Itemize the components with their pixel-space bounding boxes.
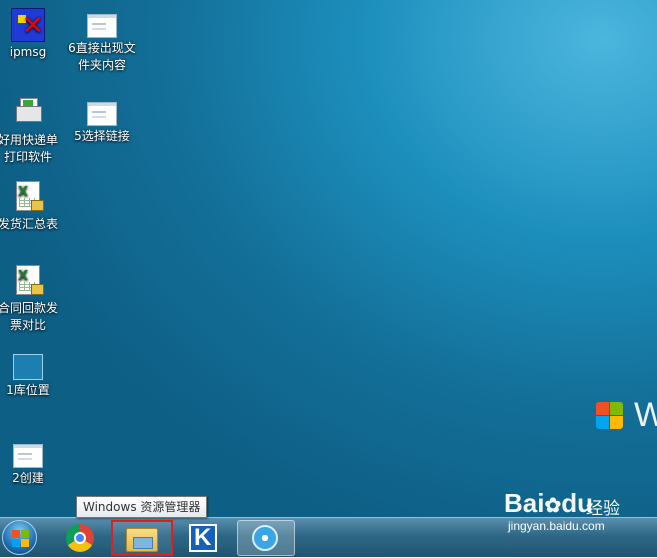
desktop-icon-contract-invoice[interactable]: X 合同回款发票对比 (0, 264, 68, 334)
taskbar-item-k3[interactable]: K (176, 520, 234, 556)
desktop-icon-label: 2创建 (12, 471, 44, 485)
taskbar-tooltip: Windows 资源管理器 (76, 496, 208, 518)
chrome-icon (66, 524, 94, 552)
desktop-icon-printer-app[interactable]: 好用快递单打印软件 (0, 96, 68, 166)
excel-shortcut-icon: X (11, 180, 45, 214)
excel-shortcut-icon: X (11, 264, 45, 298)
desktop: ipmsg 6直接出现文件夹内容 好用快递单打印软件 5选择链接 X 发货汇总表… (0, 0, 657, 517)
printer-app-icon (11, 96, 45, 130)
desktop-icon-label: ipmsg (9, 45, 47, 59)
jingyan-url: jingyan.baidu.com (508, 519, 605, 533)
baidu-jingyan-watermark: Bai✿du 经验 jingyan.baidu.com (500, 486, 650, 536)
desktop-icon-label: 好用快递单打印软件 (0, 133, 58, 164)
desktop-icon-create[interactable]: 2创建 (0, 438, 68, 487)
windows-wordmark: W (634, 400, 657, 432)
window-thumbnail-icon (87, 102, 117, 126)
compass-icon (252, 525, 278, 551)
taskbar-item-chrome[interactable] (50, 520, 108, 556)
jingyan-label: 经验 (586, 499, 620, 518)
taskbar-item-windows-explorer[interactable] (111, 520, 173, 556)
desktop-icon-label: 发货汇总表 (0, 217, 58, 231)
desktop-icon-label: 1库位置 (6, 383, 50, 397)
k-app-icon: K (189, 524, 217, 552)
folder-explorer-icon (126, 528, 158, 552)
desktop-icon-shipping-summary[interactable]: X 发货汇总表 (0, 180, 68, 233)
ipmsg-app-icon (11, 8, 45, 42)
window-thumbnail-icon (87, 14, 117, 38)
desktop-icon-ipmsg[interactable]: ipmsg (0, 8, 68, 61)
windows-flag-icon (596, 402, 624, 430)
desktop-icon-folder-content[interactable]: 6直接出现文件夹内容 (62, 8, 142, 74)
desktop-icon-label: 合同回款发票对比 (0, 301, 58, 332)
desktop-icon-label: 6直接出现文件夹内容 (68, 41, 136, 72)
desktop-icon-select-link[interactable]: 5选择链接 (62, 96, 142, 145)
taskbar-item-safari[interactable] (237, 520, 295, 556)
windows-logo-watermark: W (596, 400, 657, 432)
windows-start-orb-icon (2, 520, 37, 555)
location-image-icon (13, 354, 43, 380)
desktop-icon-location[interactable]: 1库位置 (0, 350, 68, 399)
desktop-icon-label: 5选择链接 (74, 129, 130, 143)
start-button[interactable] (0, 518, 40, 558)
window-thumbnail-icon (13, 444, 43, 468)
baidu-logo: Bai✿du (504, 488, 593, 518)
